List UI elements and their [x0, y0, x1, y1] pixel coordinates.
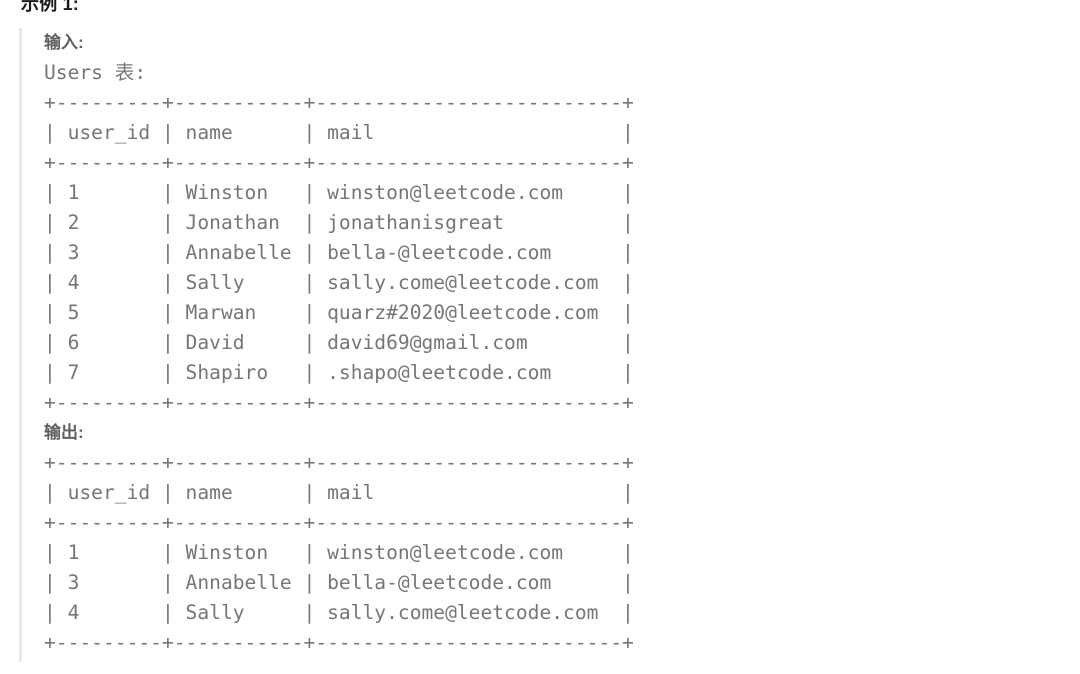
- table-row: | 5 | Marwan | quarz#2020@leetcode.com |: [44, 301, 634, 324]
- input-table-header-row: | user_id | name | mail |: [44, 121, 634, 144]
- output-label: 输出:: [44, 423, 84, 442]
- output-table-header-row: | user_id | name | mail |: [44, 481, 634, 504]
- example-quote-block: 输入: Users 表: +---------+-----------+----…: [19, 28, 1059, 662]
- page-title: 示例 1:: [21, 0, 80, 14]
- table-row: | 1 | Winston | winston@leetcode.com |: [44, 181, 634, 204]
- input-table-rule-mid: +---------+-----------+-----------------…: [44, 151, 634, 174]
- table-row: | 3 | Annabelle | bella-@leetcode.com |: [44, 571, 634, 594]
- table-row: | 2 | Jonathan | jonathanisgreat |: [44, 211, 634, 234]
- table-row: | 4 | Sally | sally.come@leetcode.com |: [44, 601, 634, 624]
- output-table-rule-top: +---------+-----------+-----------------…: [44, 451, 634, 474]
- input-table-rule-top: +---------+-----------+-----------------…: [44, 91, 634, 114]
- output-table-rule-mid: +---------+-----------+-----------------…: [44, 511, 634, 534]
- input-table-caption: Users 表:: [44, 61, 147, 84]
- input-label: 输入:: [44, 33, 84, 52]
- output-table-rule-bottom: +---------+-----------+-----------------…: [44, 631, 634, 654]
- table-row: | 1 | Winston | winston@leetcode.com |: [44, 541, 634, 564]
- table-row: | 7 | Shapiro | .shapo@leetcode.com |: [44, 361, 634, 384]
- example-block-page: 示例 1: 输入: Users 表: +---------+----------…: [0, 0, 1080, 674]
- input-table-rule-bottom: +---------+-----------+-----------------…: [44, 391, 634, 414]
- table-row: | 6 | David | david69@gmail.com |: [44, 331, 634, 354]
- table-row: | 4 | Sally | sally.come@leetcode.com |: [44, 271, 634, 294]
- table-row: | 3 | Annabelle | bella-@leetcode.com |: [44, 241, 634, 264]
